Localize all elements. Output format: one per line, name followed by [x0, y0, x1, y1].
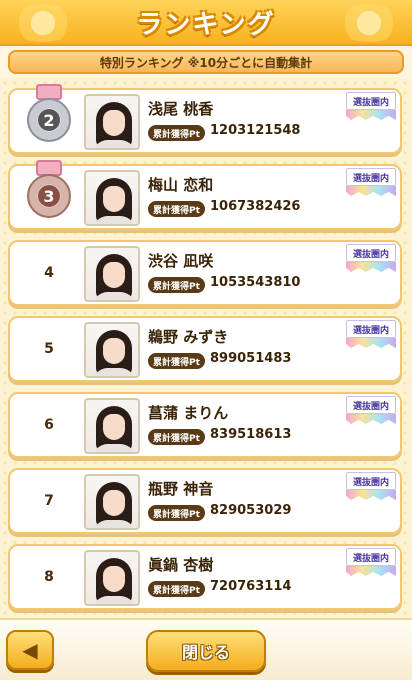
- ranking-row[interactable]: 4 渋谷 凪咲累計獲得Pt 1053543810 選抜圏内: [8, 240, 402, 306]
- ranking-row[interactable]: 6 菖蒲 まりん 累計獲得Pt 839518613 選抜圏内: [8, 392, 402, 458]
- selection-badge-label: 選抜圏内: [346, 244, 396, 262]
- rank-column: 8: [18, 546, 80, 608]
- rank-number: 8: [44, 569, 54, 585]
- badge-flag-icon: [346, 338, 396, 348]
- member-photo: [84, 94, 140, 150]
- points-label: 累計獲得Pt: [148, 353, 205, 369]
- selection-badge: 選抜圏内: [346, 244, 396, 274]
- points-label: 累計獲得Pt: [148, 277, 205, 293]
- selection-badge-label: 選抜圏内: [346, 168, 396, 186]
- selection-badge-label: 選抜圏内: [346, 92, 396, 110]
- badge-flag-icon: [346, 110, 396, 120]
- member-name: 渋谷 凪咲: [148, 252, 214, 270]
- phoenix-ornament-left: [8, 4, 78, 42]
- points-value: 720763114: [210, 579, 292, 594]
- points-label: 累計獲得Pt: [148, 125, 205, 141]
- ranking-row[interactable]: 8 眞鍋 杏樹累計獲得Pt 720763114 選抜圏内: [8, 544, 402, 610]
- rank-number: 6: [44, 417, 54, 433]
- member-photo: [84, 246, 140, 302]
- points-value: 829053029: [210, 503, 292, 518]
- rank-number: 4: [44, 265, 54, 281]
- silver-medal-icon: 2: [27, 84, 71, 142]
- member-name: 浅尾 桃香: [148, 100, 214, 118]
- rank-number: 3: [38, 185, 60, 207]
- ranking-row[interactable]: 7 瓶野 神音累計獲得Pt 829053029 選抜圏内: [8, 468, 402, 534]
- points-value: 839518613: [210, 427, 292, 442]
- member-photo: [84, 322, 140, 378]
- rank-column: 7: [18, 470, 80, 532]
- rank-column: 2: [18, 84, 80, 152]
- selection-badge-label: 選抜圏内: [346, 320, 396, 338]
- phoenix-ornament-right: [334, 4, 404, 42]
- title-bar: ランキング: [0, 0, 412, 46]
- back-arrow-icon: ◀: [22, 638, 38, 662]
- selection-badge-label: 選抜圏内: [346, 472, 396, 490]
- member-name: 梅山 恋和: [148, 176, 214, 194]
- medal-coin: 2: [27, 98, 71, 142]
- member-name: 菖蒲 まりん: [148, 404, 229, 422]
- points-value: 1053543810: [210, 275, 301, 290]
- member-photo: [84, 170, 140, 226]
- ranking-list[interactable]: 2 浅尾 桃香 累計獲得Pt 1203121548 選抜圏内 3 梅山 恋和 累計獲得Pt 10…: [0, 78, 412, 618]
- badge-flag-icon: [346, 490, 396, 500]
- member-name: 鵜野 みずき: [148, 328, 229, 346]
- points-label: 累計獲得Pt: [148, 201, 205, 217]
- rank-column: 4: [18, 242, 80, 304]
- selection-badge-label: 選抜圏内: [346, 396, 396, 414]
- member-photo: [84, 398, 140, 454]
- selection-badge: 選抜圏内: [346, 92, 396, 122]
- back-button[interactable]: ◀: [6, 630, 54, 670]
- rank-column: 6: [18, 394, 80, 456]
- medal-coin: 3: [27, 174, 71, 218]
- ranking-subtitle: 特別ランキング ※10分ごとに自動集計: [8, 50, 404, 74]
- member-name: 瓶野 神音: [148, 480, 214, 498]
- points-value: 899051483: [210, 351, 292, 366]
- selection-badge: 選抜圏内: [346, 548, 396, 578]
- ranking-row[interactable]: 3 梅山 恋和累計獲得Pt 1067382426 選抜圏内: [8, 160, 402, 230]
- points-label: 累計獲得Pt: [148, 429, 205, 445]
- badge-flag-icon: [346, 262, 396, 272]
- ranking-row[interactable]: 5 鵜野 みずき 累計獲得Pt 899051483 選抜圏内: [8, 316, 402, 382]
- points-value: 1067382426: [210, 199, 301, 214]
- member-photo: [84, 550, 140, 606]
- selection-badge-label: 選抜圏内: [346, 548, 396, 566]
- badge-flag-icon: [346, 186, 396, 196]
- rank-column: 3: [18, 160, 80, 228]
- footer-bar: ◀ 閉じる: [0, 618, 412, 680]
- ranking-row[interactable]: 2 浅尾 桃香累計獲得Pt 1203121548 選抜圏内: [8, 84, 402, 154]
- selection-badge: 選抜圏内: [346, 396, 396, 426]
- badge-flag-icon: [346, 566, 396, 576]
- rank-number: 7: [44, 493, 54, 509]
- rank-column: 5: [18, 318, 80, 380]
- close-button[interactable]: 閉じる: [146, 630, 266, 672]
- member-name: 眞鍋 杏樹: [148, 556, 214, 574]
- selection-badge: 選抜圏内: [346, 168, 396, 198]
- points-label: 累計獲得Pt: [148, 581, 205, 597]
- rank-number: 5: [44, 341, 54, 357]
- points-label: 累計獲得Pt: [148, 505, 205, 521]
- bronze-medal-icon: 3: [27, 160, 71, 218]
- badge-flag-icon: [346, 414, 396, 424]
- selection-badge: 選抜圏内: [346, 320, 396, 350]
- points-value: 1203121548: [210, 123, 301, 138]
- rank-number: 2: [38, 109, 60, 131]
- page-title: ランキング: [136, 9, 276, 40]
- member-photo: [84, 474, 140, 530]
- selection-badge: 選抜圏内: [346, 472, 396, 502]
